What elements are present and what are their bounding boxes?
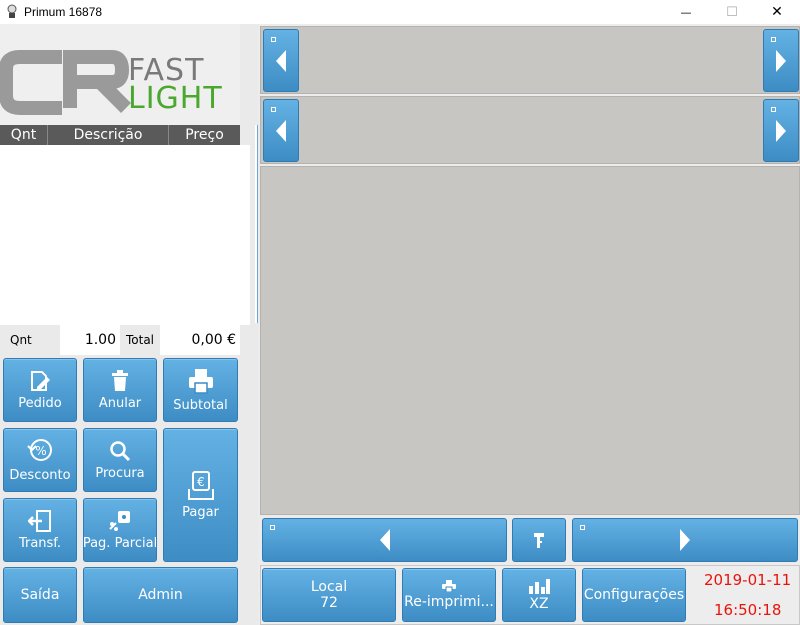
xz-button[interactable]: XZ	[502, 568, 576, 622]
maximize-icon: ☐	[726, 4, 738, 20]
category-2-prev-button[interactable]	[263, 99, 299, 162]
saida-label: Saída	[20, 587, 60, 603]
column-preco[interactable]: Preço	[169, 125, 240, 145]
anular-button[interactable]: Anular	[83, 358, 157, 422]
svg-text:LIGHT: LIGHT	[128, 81, 223, 116]
indicator-dot-icon	[771, 37, 776, 42]
category-2-next-button[interactable]	[763, 99, 799, 162]
products-grid[interactable]	[260, 166, 800, 515]
app-icon	[7, 4, 17, 18]
order-items-list[interactable]	[0, 145, 250, 325]
total-label: Total	[120, 325, 160, 355]
products-prev-button[interactable]	[262, 518, 507, 562]
window-title: Primum 16878	[24, 5, 103, 19]
euro-icon: €	[187, 470, 214, 500]
current-time: 16:50:18	[714, 601, 782, 619]
quantity-row: Qnt 1.00 Total 0,00 €	[0, 325, 240, 355]
subtotal-button[interactable]: Subtotal	[163, 358, 238, 422]
pencil-icon	[31, 370, 50, 391]
products-next-button[interactable]	[572, 518, 798, 562]
local-number: 72	[320, 595, 338, 611]
transf-button[interactable]: Transf.	[3, 498, 77, 562]
window-titlebar: Primum 16878 — ☐ ✕	[0, 0, 800, 24]
partial-payment-icon	[109, 510, 130, 531]
close-icon: ✕	[771, 4, 783, 20]
indicator-dot-icon	[771, 107, 776, 112]
order-panel: FAST LIGHT Qnt Descrição Preço Qnt 1.00 …	[0, 24, 260, 625]
pag-parcial-button[interactable]: Pag. Parcial	[83, 498, 157, 562]
saida-button[interactable]: Saída	[3, 567, 77, 623]
indicator-dot-icon	[270, 525, 275, 530]
category-bar-1	[260, 26, 800, 94]
maximize-button[interactable]: ☐	[709, 0, 755, 24]
quantity-value[interactable]: 1.00	[60, 325, 120, 355]
admin-label: Admin	[138, 587, 183, 603]
product-area: Local 72 Re-imprimi... XZ Configurações …	[258, 24, 800, 625]
category-bar-2	[260, 96, 800, 164]
search-icon	[110, 440, 131, 461]
desconto-button[interactable]: % Desconto	[3, 428, 77, 492]
printer-icon	[442, 580, 456, 592]
subtotal-label: Subtotal	[173, 397, 228, 413]
pedido-label: Pedido	[18, 395, 62, 411]
anular-label: Anular	[98, 395, 142, 411]
quantity-label: Qnt	[10, 325, 60, 355]
pagar-button[interactable]: € Pagar	[163, 428, 238, 562]
reprint-button[interactable]: Re-imprimi...	[402, 568, 496, 622]
procura-button[interactable]: Procura	[83, 428, 157, 492]
minimize-icon: —	[680, 5, 692, 19]
configuracoes-button[interactable]: Configurações	[582, 568, 686, 622]
bar-chart-icon	[529, 579, 550, 594]
current-date: 2019-01-11	[704, 571, 792, 589]
pag-parcial-label: Pag. Parcial	[82, 535, 158, 551]
category-1-prev-button[interactable]	[263, 29, 299, 92]
minimize-button[interactable]: —	[663, 0, 709, 24]
transf-label: Transf.	[18, 535, 62, 551]
discount-icon: %	[27, 438, 52, 461]
arrow-right-icon	[776, 119, 786, 142]
column-qnt[interactable]: Qnt	[0, 125, 48, 145]
local-button[interactable]: Local 72	[262, 568, 396, 622]
logo: FAST LIGHT	[0, 24, 240, 125]
indicator-dot-icon	[271, 37, 276, 42]
category-1-next-button[interactable]	[763, 29, 799, 92]
transfer-icon	[28, 509, 51, 532]
admin-button[interactable]: Admin	[83, 567, 238, 623]
reprint-label: Re-imprimi...	[404, 594, 494, 610]
pedido-button[interactable]: Pedido	[3, 358, 77, 422]
arrow-left-icon	[379, 529, 390, 551]
key-icon	[534, 533, 544, 548]
desconto-label: Desconto	[9, 467, 71, 483]
indicator-dot-icon	[580, 525, 585, 530]
local-label: Local	[310, 579, 348, 595]
tool-button[interactable]	[512, 518, 566, 562]
xz-label: XZ	[529, 596, 549, 612]
configuracoes-label: Configurações	[583, 587, 685, 603]
close-button[interactable]: ✕	[754, 0, 800, 24]
arrow-left-icon	[276, 49, 286, 72]
pagar-label: Pagar	[182, 504, 219, 520]
printer-icon	[188, 368, 213, 394]
procura-label: Procura	[95, 465, 145, 481]
arrow-right-icon	[680, 529, 690, 551]
svg-text:%: %	[35, 444, 46, 458]
arrow-left-icon	[276, 119, 286, 142]
column-descricao[interactable]: Descrição	[48, 125, 169, 145]
trash-icon	[112, 369, 128, 391]
cr-logo-icon: FAST LIGHT	[0, 50, 223, 116]
indicator-dot-icon	[271, 107, 276, 112]
order-list-header: Qnt Descrição Preço	[0, 125, 240, 145]
arrow-right-icon	[776, 49, 786, 72]
svg-text:€: €	[197, 475, 205, 489]
total-value: 0,00 €	[160, 325, 240, 355]
